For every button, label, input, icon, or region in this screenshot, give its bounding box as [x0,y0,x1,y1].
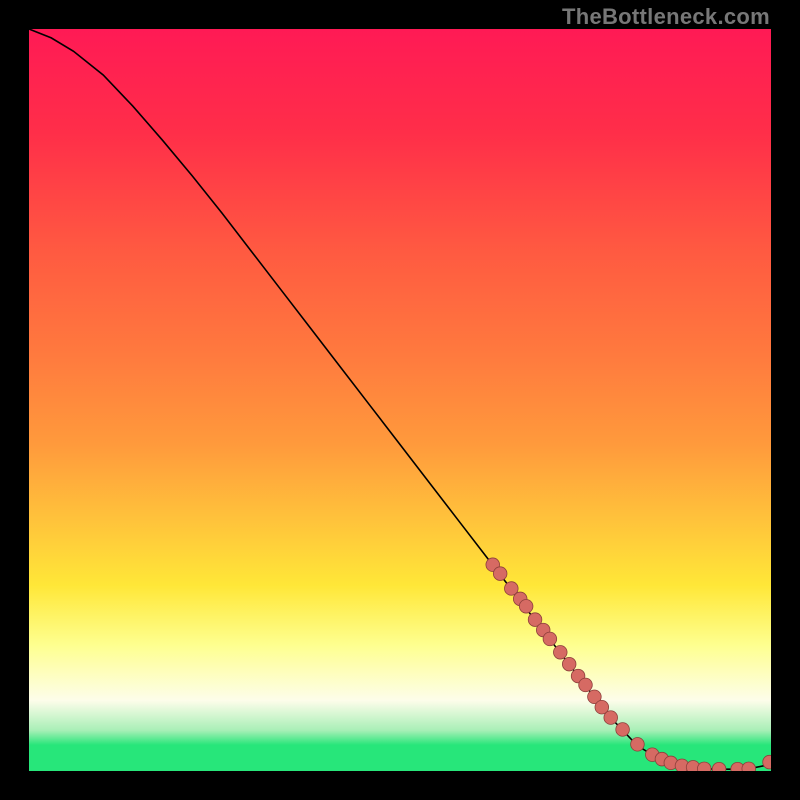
chart-stage: TheBottleneck.com [0,0,800,800]
gradient-background [29,29,771,771]
sample-point [543,632,557,646]
sample-point [562,657,576,671]
plot-svg [29,29,771,771]
sample-point [604,711,618,725]
sample-point [616,723,630,737]
watermark-text: TheBottleneck.com [562,4,770,30]
sample-point [493,567,507,581]
sample-point [519,599,533,613]
plot-area [29,29,771,771]
sample-point [553,645,567,659]
sample-point [631,737,645,751]
sample-point [579,678,593,692]
